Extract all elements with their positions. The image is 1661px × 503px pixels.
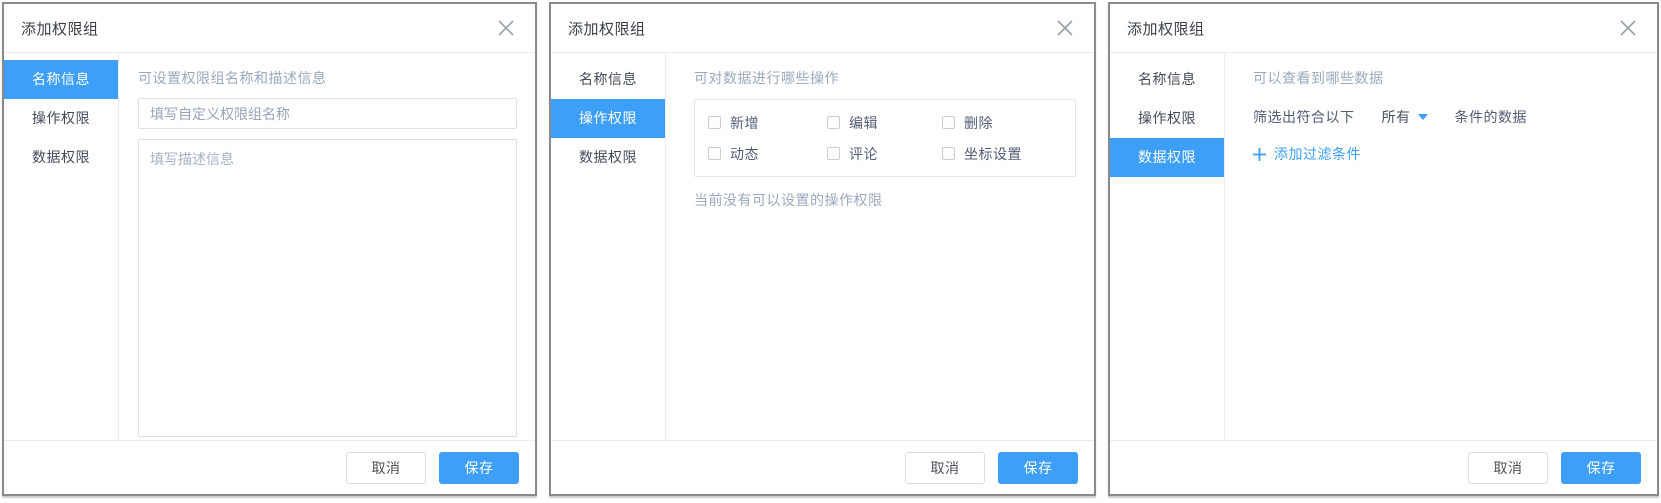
dialog-header: 添加权限组 [551, 4, 1094, 53]
tab-operation-permissions[interactable]: 操作权限 [551, 99, 665, 138]
checkbox-icon[interactable] [827, 116, 840, 129]
dialog-sidebar: 名称信息 操作权限 数据权限 [4, 53, 119, 440]
operation-item-coordinate-settings[interactable]: 坐标设置 [942, 144, 1075, 164]
checkbox-icon[interactable] [708, 116, 721, 129]
close-icon[interactable] [1056, 19, 1074, 37]
dialog-body: 名称信息 操作权限 数据权限 可设置权限组名称和描述信息 [4, 53, 535, 440]
operation-item-activity[interactable]: 动态 [708, 144, 827, 164]
group-description-textarea[interactable] [138, 139, 517, 437]
checkbox-icon[interactable] [942, 147, 955, 160]
operation-permissions-panel: 可对数据进行哪些操作 新增 编辑 删除 [666, 53, 1094, 440]
section-hint: 可以查看到哪些数据 [1253, 68, 1639, 88]
tab-data-permissions[interactable]: 数据权限 [551, 138, 665, 177]
add-filter-link[interactable]: 添加过滤条件 [1253, 144, 1639, 164]
save-button[interactable]: 保存 [998, 452, 1078, 484]
filter-mode-dropdown[interactable]: 所有 [1382, 107, 1428, 127]
close-icon[interactable] [1619, 19, 1637, 37]
checkbox-label: 新增 [730, 113, 759, 133]
cancel-button[interactable]: 取消 [346, 452, 426, 484]
cancel-button[interactable]: 取消 [905, 452, 985, 484]
filter-mode-value: 所有 [1382, 107, 1411, 127]
empty-operations-note: 当前没有可以设置的操作权限 [694, 190, 1076, 210]
add-permission-group-dialog-operation-permissions: 添加权限组 名称信息 操作权限 数据权限 可对数据进行哪些操作 新增 [549, 2, 1096, 496]
tab-name-info[interactable]: 名称信息 [4, 60, 118, 99]
operation-item-delete[interactable]: 删除 [942, 113, 1075, 133]
add-permission-group-dialog-name-info: 添加权限组 名称信息 操作权限 数据权限 可设置权限组名称和描述信息 取消 保存 [2, 2, 537, 496]
checkbox-icon[interactable] [708, 147, 721, 160]
dialog-title: 添加权限组 [568, 18, 646, 39]
add-permission-group-dialog-data-permissions: 添加权限组 名称信息 操作权限 数据权限 可以查看到哪些数据 筛选出符合以下 所… [1108, 2, 1659, 496]
dialog-body: 名称信息 操作权限 数据权限 可以查看到哪些数据 筛选出符合以下 所有 条件的数… [1110, 53, 1657, 440]
add-filter-label: 添加过滤条件 [1274, 144, 1361, 164]
tab-data-permissions[interactable]: 数据权限 [4, 138, 118, 177]
dialog-footer: 取消 保存 [4, 440, 535, 494]
filter-sentence: 筛选出符合以下 所有 条件的数据 [1253, 107, 1639, 127]
name-info-panel: 可设置权限组名称和描述信息 [119, 53, 535, 440]
close-icon[interactable] [497, 19, 515, 37]
dialog-title: 添加权限组 [21, 18, 99, 39]
dialog-sidebar: 名称信息 操作权限 数据权限 [1110, 53, 1225, 440]
save-button[interactable]: 保存 [439, 452, 519, 484]
operation-item-edit[interactable]: 编辑 [827, 113, 942, 133]
tab-data-permissions[interactable]: 数据权限 [1110, 138, 1224, 177]
operation-item-comment[interactable]: 评论 [827, 144, 942, 164]
section-hint: 可设置权限组名称和描述信息 [138, 68, 517, 88]
checkbox-icon[interactable] [942, 116, 955, 129]
checkbox-icon[interactable] [827, 147, 840, 160]
cancel-button[interactable]: 取消 [1468, 452, 1548, 484]
dialog-footer: 取消 保存 [1110, 440, 1657, 494]
operation-item-add[interactable]: 新增 [708, 113, 827, 133]
checkbox-label: 删除 [964, 113, 993, 133]
save-button[interactable]: 保存 [1561, 452, 1641, 484]
checkbox-label: 编辑 [849, 113, 878, 133]
group-name-input[interactable] [138, 98, 517, 129]
dialog-header: 添加权限组 [1110, 4, 1657, 53]
tab-operation-permissions[interactable]: 操作权限 [4, 99, 118, 138]
data-permissions-panel: 可以查看到哪些数据 筛选出符合以下 所有 条件的数据 添加过滤条件 [1225, 53, 1657, 440]
dialog-sidebar: 名称信息 操作权限 数据权限 [551, 53, 666, 440]
dialog-footer: 取消 保存 [551, 440, 1094, 494]
operations-checkbox-group: 新增 编辑 删除 动态 [694, 99, 1076, 177]
dialog-header: 添加权限组 [4, 4, 535, 53]
filter-prefix-text: 筛选出符合以下 [1253, 107, 1355, 127]
section-hint: 可对数据进行哪些操作 [694, 68, 1076, 88]
checkbox-label: 动态 [730, 144, 759, 164]
filter-suffix-text: 条件的数据 [1455, 107, 1528, 127]
tab-name-info[interactable]: 名称信息 [1110, 60, 1224, 99]
caret-down-icon [1418, 114, 1428, 120]
checkbox-label: 坐标设置 [964, 144, 1022, 164]
checkbox-label: 评论 [849, 144, 878, 164]
plus-icon [1253, 148, 1266, 161]
dialog-title: 添加权限组 [1127, 18, 1205, 39]
dialog-body: 名称信息 操作权限 数据权限 可对数据进行哪些操作 新增 编辑 [551, 53, 1094, 440]
tab-name-info[interactable]: 名称信息 [551, 60, 665, 99]
tab-operation-permissions[interactable]: 操作权限 [1110, 99, 1224, 138]
dialogs-row: 添加权限组 名称信息 操作权限 数据权限 可设置权限组名称和描述信息 取消 保存 [0, 0, 1661, 496]
